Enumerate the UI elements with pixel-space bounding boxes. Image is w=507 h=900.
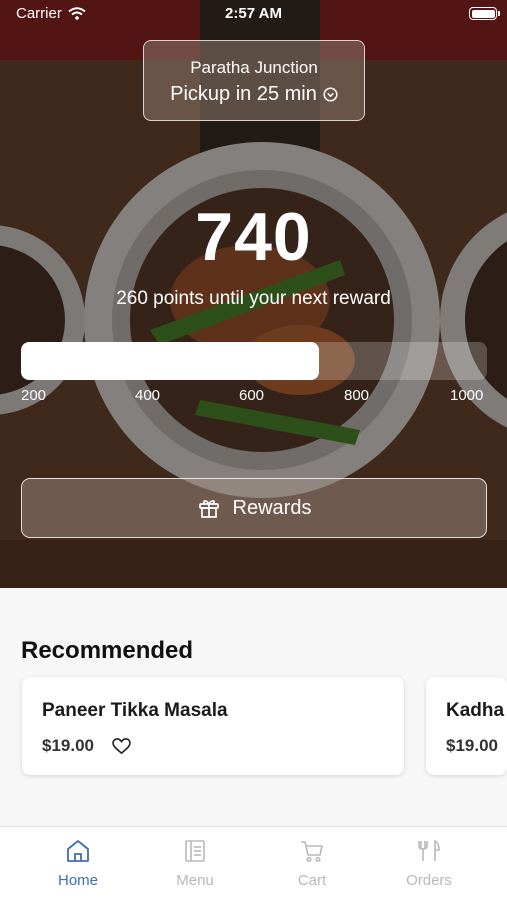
heart-icon[interactable] <box>112 737 131 755</box>
rewards-progress-fill <box>21 342 320 380</box>
progress-tick-labels: 200 400 600 800 1000 <box>0 387 507 407</box>
pickup-time: Pickup in 25 min <box>170 83 317 105</box>
tick-label: 800 <box>344 387 370 404</box>
tab-label: Cart <box>297 872 327 889</box>
tab-label: Home <box>57 872 98 889</box>
battery-icon <box>469 7 500 20</box>
tab-menu[interactable]: Menu <box>145 837 245 889</box>
tab-label: Orders <box>406 872 452 889</box>
clock: 2:57 AM <box>225 5 282 22</box>
item-price-row: $19.00 <box>42 736 384 756</box>
item-price-row: $19.00 <box>446 736 507 756</box>
tab-label: Menu <box>176 872 214 889</box>
home-icon <box>28 837 128 867</box>
recommended-heading: Recommended <box>21 637 194 664</box>
item-name: Kadha <box>446 700 505 721</box>
recommended-item-card[interactable]: Kadha $19.00 <box>426 677 507 775</box>
tab-home[interactable]: Home <box>28 837 128 889</box>
tick-label: 1000 <box>450 387 484 404</box>
points-until-reward: 260 points until your next reward <box>116 288 391 309</box>
tick-label: 200 <box>21 387 47 404</box>
points-balance: 740 <box>195 199 312 275</box>
tab-orders[interactable]: Orders <box>379 837 479 889</box>
tick-label: 600 <box>239 387 265 404</box>
rewards-button[interactable]: Rewards <box>21 478 487 538</box>
pickup-time-row: Pickup in 25 min <box>144 83 364 106</box>
item-price: $19.00 <box>42 736 94 755</box>
tick-label: 400 <box>135 387 161 404</box>
store-selector-button[interactable]: Paratha Junction Pickup in 25 min <box>143 40 365 121</box>
bottom-tab-bar: Home Menu Cart Orders <box>0 826 507 900</box>
rewards-hero: Carrier 2:57 AM Paratha Junction Pickup … <box>0 0 507 588</box>
menu-icon <box>145 837 245 867</box>
item-price: $19.00 <box>446 736 498 755</box>
tab-cart[interactable]: Cart <box>262 837 362 889</box>
rewards-button-label: Rewards <box>232 496 312 519</box>
orders-icon <box>379 837 479 867</box>
chevron-down-circle-icon <box>323 87 338 102</box>
recommended-item-card[interactable]: Paneer Tikka Masala $19.00 <box>22 677 404 775</box>
store-name: Paratha Junction <box>190 58 318 77</box>
item-name: Paneer Tikka Masala <box>42 700 228 721</box>
gift-icon <box>198 500 219 518</box>
status-bar: Carrier 2:57 AM <box>0 0 507 28</box>
cart-icon <box>262 837 362 867</box>
rewards-progress-bar <box>21 342 487 380</box>
